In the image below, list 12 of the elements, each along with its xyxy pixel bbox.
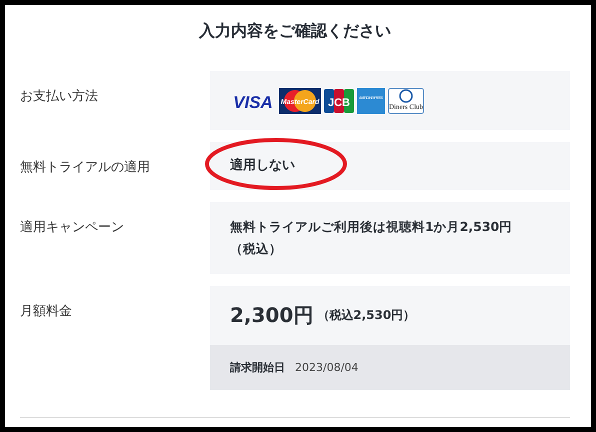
field-value: 無料トライアルご利用後は視聴料1か月2,530円（税込） bbox=[230, 218, 514, 258]
field-value: 適用しない bbox=[230, 156, 296, 175]
visa-logo-icon: VISA bbox=[230, 88, 276, 114]
field-label: 無料トライアルの適用 bbox=[20, 159, 151, 177]
start-date: 2023/08/04 bbox=[295, 361, 358, 374]
price-amount: 2,300円 bbox=[230, 302, 314, 329]
field-label: お支払い方法 bbox=[20, 88, 99, 106]
start-date-label: 請求開始日 bbox=[230, 360, 285, 375]
field-label: 適用キャンペーン bbox=[20, 219, 125, 237]
page-title: 入力内容をご確認ください bbox=[198, 21, 392, 42]
tax-note: （税込2,530円） bbox=[317, 307, 416, 324]
field-label: 月額料金 bbox=[20, 303, 73, 321]
